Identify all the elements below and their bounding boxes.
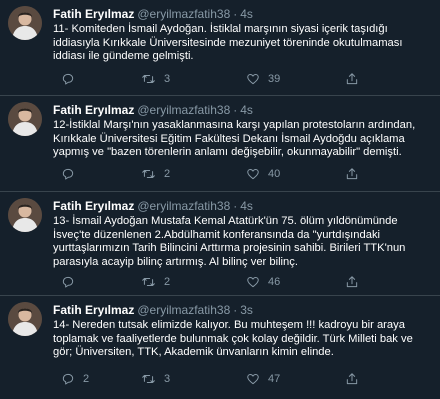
avatar-photo — [8, 302, 42, 336]
reply-button[interactable] — [61, 166, 83, 182]
separator-dot: · — [233, 199, 238, 213]
tweet[interactable]: Fatih Eryılmaz @eryilmazfatih38 · 4s 13- İs… — [0, 192, 440, 296]
tweet-feed: Fatih Eryılmaz @eryilmazfatih38 · 4s 11- Ko… — [0, 0, 440, 399]
timestamp[interactable]: 3s — [240, 303, 253, 317]
retweet-count: 3 — [164, 73, 171, 85]
retweet-icon — [142, 375, 155, 383]
like-count: 46 — [268, 276, 281, 288]
retweet-icon — [142, 278, 155, 286]
retweet-button[interactable]: 3 — [141, 371, 170, 387]
tweet-text: 14- Nereden tutsak elimizde kalıyor. Bu … — [53, 319, 416, 359]
tweet[interactable]: Fatih Eryılmaz @eryilmazfatih38 · 3s 14- Ne… — [0, 296, 440, 399]
retweet-count: 2 — [164, 276, 171, 288]
heart-icon — [247, 73, 259, 85]
display-name[interactable]: Fatih Eryılmaz — [53, 303, 134, 317]
retweet-button[interactable]: 2 — [141, 166, 170, 182]
heart-icon — [247, 168, 259, 180]
like-count: 47 — [268, 373, 281, 385]
share-icon — [346, 73, 358, 85]
like-button[interactable]: 46 — [246, 274, 280, 290]
share-icon — [346, 276, 358, 288]
tweet-actions: 2 46 — [53, 274, 433, 290]
avatar[interactable] — [8, 198, 42, 232]
user-handle[interactable]: @eryilmazfatih38 — [137, 7, 230, 21]
separator-dot: · — [233, 7, 238, 21]
timestamp[interactable]: 4s — [240, 199, 253, 213]
tweet-actions: 2 40 — [53, 166, 433, 182]
reply-icon — [62, 373, 74, 385]
like-count: 40 — [268, 168, 281, 180]
reply-count: 2 — [83, 373, 90, 385]
share-icon — [346, 373, 358, 385]
timestamp[interactable]: 4s — [240, 7, 253, 21]
avatar[interactable] — [8, 102, 42, 136]
retweet-button[interactable]: 2 — [141, 274, 170, 290]
tweet-header: Fatih Eryılmaz @eryilmazfatih38 · 3s — [53, 303, 253, 318]
display-name[interactable]: Fatih Eryılmaz — [53, 7, 134, 21]
retweet-count: 2 — [164, 168, 171, 180]
share-button[interactable] — [345, 371, 359, 387]
avatar[interactable] — [8, 6, 42, 40]
tweet-header: Fatih Eryılmaz @eryilmazfatih38 · 4s — [53, 103, 253, 118]
avatar-photo — [8, 102, 42, 136]
tweet-text: 13- İsmail Aydoğan Mustafa Kemal Atatürk… — [53, 215, 409, 268]
display-name[interactable]: Fatih Eryılmaz — [53, 103, 134, 117]
like-count: 39 — [268, 73, 281, 85]
like-button[interactable]: 40 — [246, 166, 280, 182]
share-icon — [346, 168, 358, 180]
share-button[interactable] — [345, 166, 359, 182]
tweet-text: 11- Komiteden İsmail Aydoğan. İstiklal m… — [53, 23, 406, 63]
retweet-icon — [142, 75, 155, 83]
tweet[interactable]: Fatih Eryılmaz @eryilmazfatih38 · 4s 11- Ko… — [0, 0, 440, 96]
retweet-icon — [142, 170, 155, 178]
tweet-actions: 2 3 47 — [53, 371, 433, 387]
user-handle[interactable]: @eryilmazfatih38 — [137, 199, 230, 213]
avatar-photo — [8, 198, 42, 232]
retweet-count: 3 — [164, 373, 171, 385]
heart-icon — [247, 276, 259, 288]
timestamp[interactable]: 4s — [240, 103, 253, 117]
reply-button[interactable]: 2 — [61, 371, 89, 387]
reply-button[interactable] — [61, 274, 83, 290]
like-button[interactable]: 47 — [246, 371, 280, 387]
like-button[interactable]: 39 — [246, 71, 280, 87]
avatar[interactable] — [8, 302, 42, 336]
retweet-button[interactable]: 3 — [141, 71, 170, 87]
separator-dot: · — [233, 303, 238, 317]
heart-icon — [247, 373, 259, 385]
tweet-actions: 3 39 — [53, 71, 433, 87]
tweet[interactable]: Fatih Eryılmaz @eryilmazfatih38 · 4s 12-İst… — [0, 96, 440, 192]
reply-icon — [62, 276, 74, 288]
user-handle[interactable]: @eryilmazfatih38 — [137, 303, 230, 317]
reply-icon — [62, 168, 74, 180]
share-button[interactable] — [345, 274, 359, 290]
reply-button[interactable] — [61, 71, 83, 87]
tweet-header: Fatih Eryılmaz @eryilmazfatih38 · 4s — [53, 199, 253, 214]
reply-icon — [62, 73, 74, 85]
user-handle[interactable]: @eryilmazfatih38 — [137, 103, 230, 117]
tweet-text: 12-İstiklal Marşı'nın yasaklanmasına kar… — [53, 119, 419, 159]
tweet-header: Fatih Eryılmaz @eryilmazfatih38 · 4s — [53, 7, 253, 22]
display-name[interactable]: Fatih Eryılmaz — [53, 199, 134, 213]
avatar-photo — [8, 6, 42, 40]
share-button[interactable] — [345, 71, 359, 87]
separator-dot: · — [233, 103, 238, 117]
